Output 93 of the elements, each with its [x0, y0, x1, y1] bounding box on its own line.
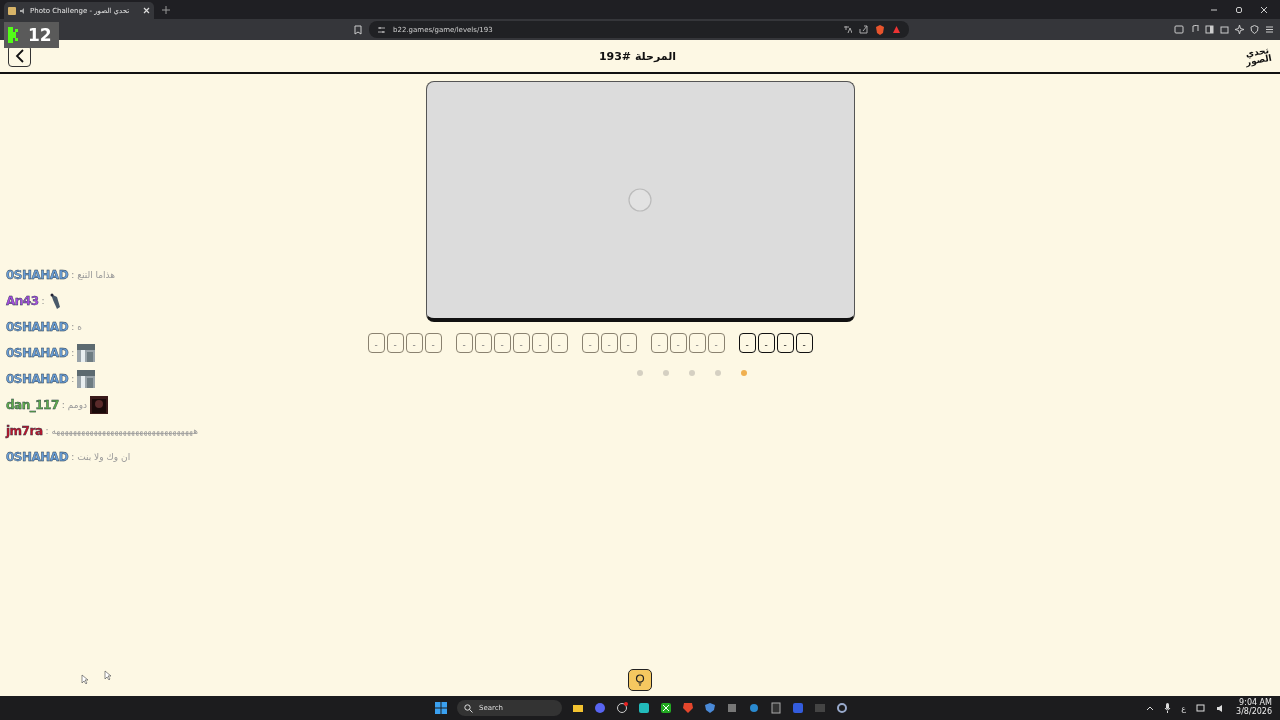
audio-app-icon[interactable] [638, 702, 650, 714]
gear-icon[interactable] [836, 702, 848, 714]
letter-slot[interactable]: - [493, 333, 511, 353]
mouse-cursor-icon [104, 670, 111, 680]
letter-slot[interactable]: - [707, 333, 725, 353]
logo[interactable]: تحدي الصور [1242, 45, 1274, 67]
letter-slot[interactable]: - [650, 333, 668, 353]
xbox-icon[interactable] [660, 702, 672, 714]
chat-username: 0SHAHAD [6, 371, 69, 386]
chat-colon: : [41, 295, 45, 306]
speaker-icon [19, 6, 27, 15]
chat-colon: : [71, 451, 75, 462]
minimize-icon[interactable] [1210, 6, 1218, 14]
search-icon [464, 703, 473, 713]
letter-slot[interactable]: - [386, 333, 404, 353]
clock-time[interactable]: 9:04 AM [1239, 699, 1272, 708]
restore-icon[interactable] [1235, 6, 1243, 14]
triangle-icon[interactable] [892, 25, 901, 34]
chat-app-icon[interactable] [594, 702, 606, 714]
level-title: المرحلة #193 [598, 49, 677, 63]
viewer-count: 12 [28, 25, 52, 45]
network-icon[interactable] [1196, 703, 1207, 713]
wallet-icon[interactable] [1220, 25, 1229, 34]
letter-slot[interactable]: - [619, 333, 637, 353]
letter-slot[interactable]: - [474, 333, 492, 353]
letter-slot[interactable]: - [600, 333, 618, 353]
page-dot[interactable] [637, 370, 643, 376]
chat-username: An43 [6, 293, 39, 308]
close-icon[interactable] [1260, 6, 1268, 14]
square-app-icon[interactable] [792, 702, 804, 714]
close-icon[interactable] [143, 7, 150, 14]
letter-slot[interactable]: - [581, 333, 599, 353]
chat-username: 0SHAHAD [6, 267, 69, 282]
chat-colon: : [45, 425, 49, 436]
shield-icon[interactable] [875, 24, 885, 35]
letter-slot[interactable]: - [531, 333, 549, 353]
lightbulb-icon [635, 674, 645, 686]
windows-start-icon[interactable] [435, 702, 447, 714]
microphone-icon[interactable] [1164, 703, 1172, 713]
letter-slot[interactable]: - [669, 333, 687, 353]
chat-colon: : [61, 399, 65, 410]
language-indicator[interactable]: ع [1181, 703, 1187, 713]
letter-slot[interactable]: - [757, 333, 775, 353]
letter-slot[interactable]: - [455, 333, 473, 353]
letter-slot[interactable]: - [367, 333, 385, 353]
game-app-icon[interactable] [726, 702, 738, 714]
chat-username: dan_117 [6, 397, 59, 412]
bookmark-icon[interactable] [354, 24, 362, 35]
swirl-app-icon[interactable] [748, 702, 760, 714]
shield-icon[interactable] [1250, 25, 1259, 34]
letter-slot[interactable]: - [424, 333, 442, 353]
letter-slot[interactable]: - [738, 333, 756, 353]
mouse-cursor-icon [81, 674, 88, 684]
page-dot[interactable] [663, 370, 669, 376]
clock-date[interactable]: 3/8/2026 [1236, 708, 1272, 717]
page-dot[interactable] [741, 370, 747, 376]
chat-colon: : [71, 347, 75, 358]
lion-browser-icon[interactable] [682, 702, 694, 714]
letter-slot[interactable]: - [512, 333, 530, 353]
site-settings-icon[interactable] [377, 25, 386, 34]
chat-colon: : [71, 321, 75, 332]
chat-message: ه [77, 321, 82, 332]
menu-icon[interactable] [1265, 25, 1274, 34]
page-dot[interactable] [715, 370, 721, 376]
chevron-up-icon[interactable] [1146, 705, 1155, 711]
chat-message: هذاما التنع [77, 269, 116, 280]
chat-username: 0SHAHAD [6, 345, 69, 360]
letter-slot[interactable]: - [405, 333, 423, 353]
letter-slot[interactable]: - [688, 333, 706, 353]
sidebar-icon[interactable] [1205, 25, 1214, 34]
chat-username: jm7ra [6, 423, 43, 438]
new-tab-icon[interactable] [162, 6, 170, 14]
store-app-icon[interactable] [770, 702, 782, 714]
favicon-icon [8, 6, 16, 15]
chat-username: 0SHAHAD [6, 319, 69, 334]
sparkle-icon[interactable] [1235, 25, 1244, 34]
chat-username: 0SHAHAD [6, 449, 69, 464]
letter-slot[interactable]: - [550, 333, 568, 353]
chat-message: دومم [67, 399, 87, 410]
translate-icon[interactable] [843, 25, 852, 34]
hint-button[interactable] [628, 669, 652, 691]
shield-app-icon[interactable] [704, 702, 716, 714]
folder-icon[interactable] [572, 702, 584, 714]
chat-colon: : [71, 269, 75, 280]
letter-slot[interactable]: - [795, 333, 813, 353]
chat-colon: : [71, 373, 75, 384]
page-dot[interactable] [689, 370, 695, 376]
letter-slot[interactable]: - [776, 333, 794, 353]
reader-icon[interactable] [1174, 25, 1184, 34]
chat-message: ان وك ولا بنت [77, 451, 131, 462]
chat-message: ههههههههههههههههههههههههههههههههههه [51, 425, 198, 436]
circle-app-icon[interactable] [616, 702, 628, 714]
share-icon[interactable] [859, 25, 868, 34]
